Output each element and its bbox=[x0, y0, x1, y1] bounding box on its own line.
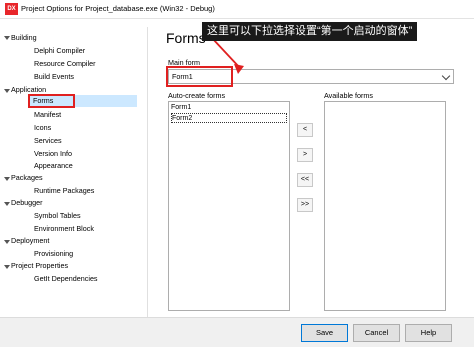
help-button[interactable]: Help bbox=[405, 324, 452, 342]
dialog-button-bar: Save Cancel Help bbox=[0, 317, 474, 347]
cancel-button[interactable]: Cancel bbox=[353, 324, 400, 342]
annotation-banner: 这里可以下拉选择设置“第一个启动的窗体” bbox=[202, 22, 418, 41]
annotation-arrow-icon bbox=[211, 37, 244, 74]
save-button[interactable]: Save bbox=[301, 324, 348, 342]
